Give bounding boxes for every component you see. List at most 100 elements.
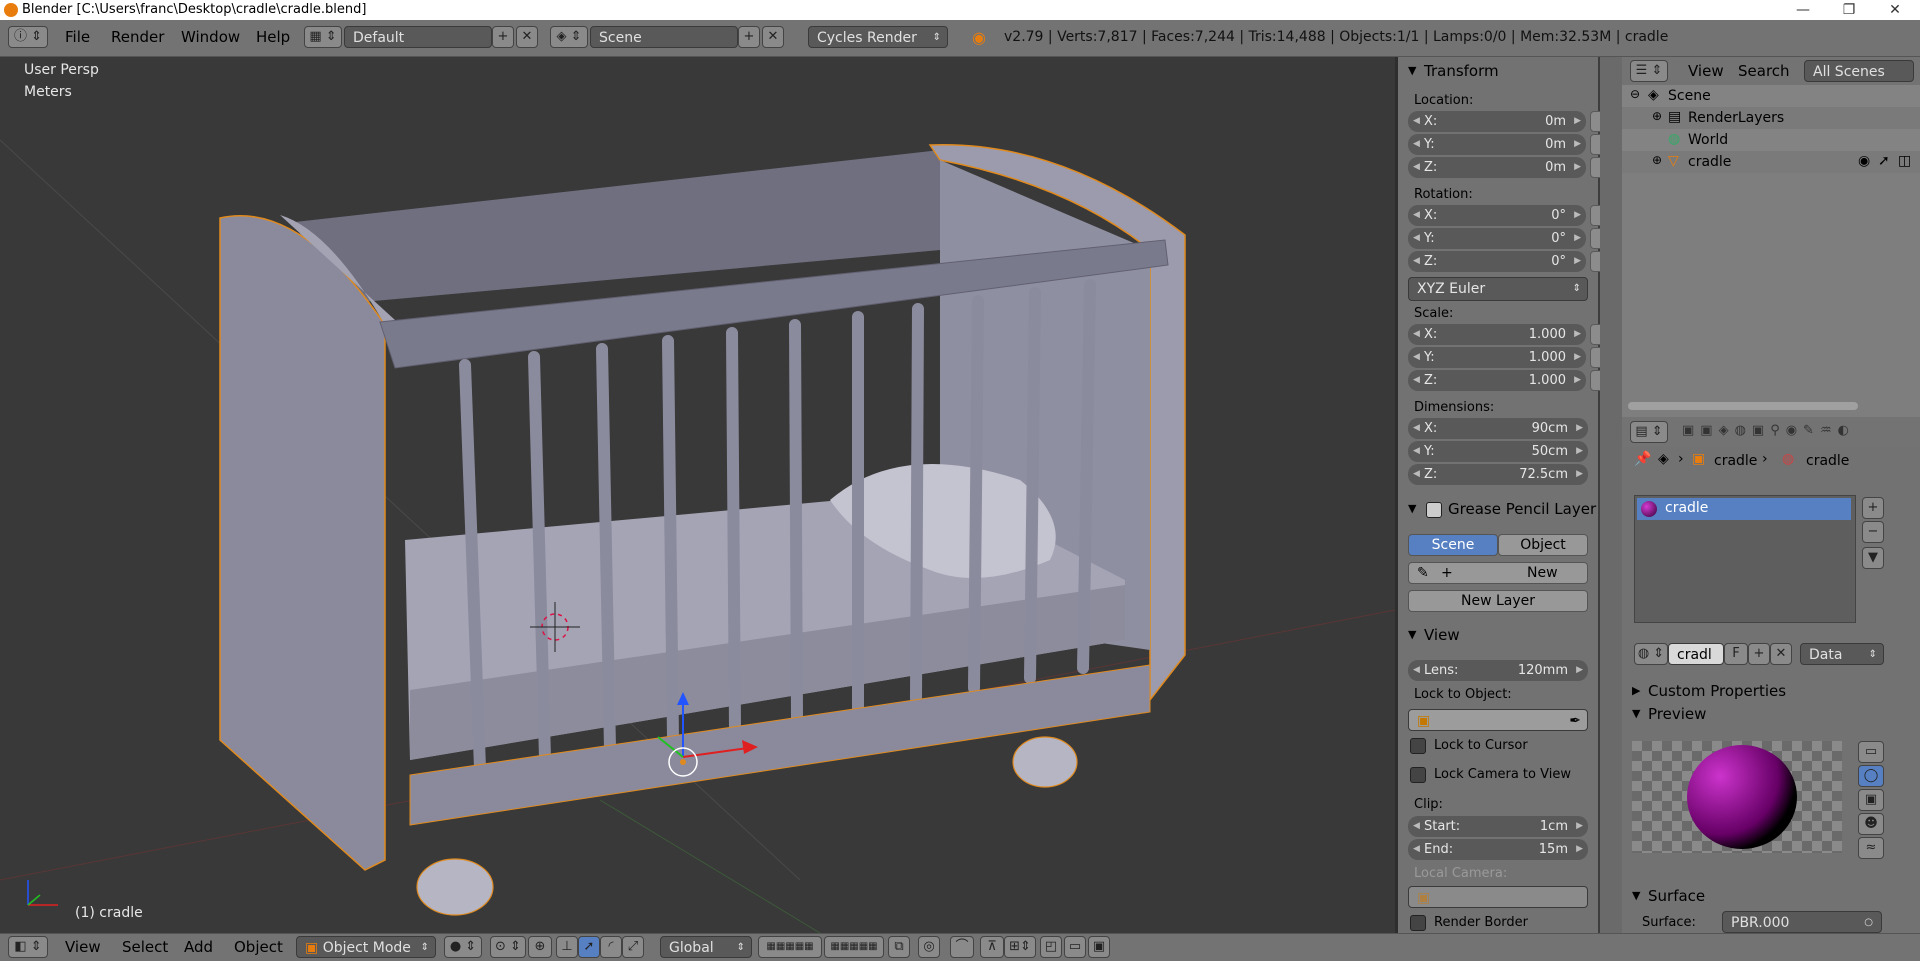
remove-scene-icon[interactable]: ✕	[762, 26, 784, 48]
fake-user-toggle[interactable]: F	[1724, 643, 1748, 665]
preview-sphere-icon[interactable]: ◯	[1858, 765, 1884, 787]
rotation-y-field[interactable]: ◀ Y: 0° ▶	[1408, 228, 1586, 249]
manipulator-toggle-icon[interactable]: ⊥	[556, 936, 578, 958]
material-name-field[interactable]: cradl	[1668, 643, 1724, 665]
rotation-mode-select[interactable]: XYZ Euler ⇕	[1408, 277, 1588, 301]
outliner-row-scene[interactable]: ⊖ ◈ Scene	[1622, 85, 1920, 107]
add-slot-icon[interactable]: +	[1862, 497, 1884, 519]
render-icon[interactable]: ◰	[1040, 936, 1062, 958]
dimension-z-field[interactable]: ◀ Z: 72.5cm ▶	[1408, 464, 1588, 485]
transform-panel-header[interactable]: ▼ Transform	[1398, 59, 1596, 83]
preview-plane-icon[interactable]: ▭	[1858, 741, 1884, 763]
grease-pencil-checkbox[interactable]	[1426, 502, 1442, 518]
outliner-row-world[interactable]: ◍ World	[1622, 129, 1920, 151]
lock-object-field[interactable]: ▣ ✒	[1408, 709, 1588, 731]
snap-toggle-icon[interactable]: ⊼	[980, 936, 1004, 958]
add-layout-icon[interactable]: +	[492, 26, 514, 48]
lens-field[interactable]: ◀ Lens: 120mm ▶	[1408, 660, 1588, 681]
render-border-checkbox[interactable]	[1410, 915, 1426, 931]
snap-element-icon[interactable]: ⊞⇕	[1004, 936, 1036, 958]
shading-select-icon[interactable]: ● ⇕	[444, 936, 482, 958]
grease-pencil-scene-tab[interactable]: Scene	[1408, 534, 1498, 556]
viewport-scene[interactable]	[0, 57, 1395, 933]
3d-viewport[interactable]: User Persp Meters (1) cradle	[0, 57, 1395, 933]
clip-end-field[interactable]: ◀ End: 15m ▶	[1408, 839, 1588, 860]
remove-layout-icon[interactable]: ✕	[516, 26, 538, 48]
location-y-field[interactable]: ◀ Y: 0m ▶	[1408, 134, 1586, 155]
grease-pencil-object-tab[interactable]: Object	[1498, 534, 1588, 556]
preview-monkey-icon[interactable]: ☻	[1858, 813, 1884, 835]
close-window-button[interactable]: ✕	[1872, 0, 1918, 20]
lock-to-cursor-checkbox[interactable]	[1410, 738, 1426, 754]
layers-grid-2-icon[interactable]: ▦▦▦▦▦	[824, 936, 884, 958]
bottom-menu-add[interactable]: Add	[184, 938, 213, 956]
render-animation-icon[interactable]: ▭	[1064, 936, 1086, 958]
material-slot-row[interactable]: cradle	[1637, 498, 1851, 520]
preview-cube-icon[interactable]: ▣	[1858, 789, 1884, 811]
proportional-edit-icon[interactable]: ◎	[918, 936, 940, 958]
lock-layers-icon[interactable]: ⧉	[888, 936, 910, 958]
add-scene-icon[interactable]: +	[738, 26, 760, 48]
falloff-icon[interactable]: ⌒	[950, 936, 974, 958]
eyedropper-icon[interactable]: ✒	[1569, 710, 1581, 732]
rotate-manipulator-icon[interactable]: ◜	[600, 936, 622, 958]
proportional-icon[interactable]: ⊕	[528, 936, 552, 958]
remove-slot-icon[interactable]: −	[1862, 521, 1884, 543]
minimize-button[interactable]: —	[1780, 0, 1826, 20]
menu-file[interactable]: File	[65, 28, 90, 46]
opengl-render-icon[interactable]: ▣	[1088, 936, 1110, 958]
maximize-button[interactable]: ❐	[1826, 0, 1872, 20]
outliner-editor-icon[interactable]: ☰ ⇕	[1630, 60, 1668, 82]
grease-pencil-panel-header[interactable]: ▼ Grease Pencil Layer	[1398, 497, 1596, 521]
pin-icon[interactable]: 📌	[1634, 451, 1651, 467]
expand-icon[interactable]: ⊕	[1652, 153, 1662, 167]
location-z-field[interactable]: ◀ Z: 0m ▶	[1408, 157, 1586, 178]
menu-render[interactable]: Render	[111, 28, 164, 46]
scale-y-field[interactable]: ◀ Y: 1.000 ▶	[1408, 347, 1586, 368]
new-material-icon[interactable]: +	[1748, 643, 1770, 665]
properties-editor[interactable]: ▤ ⇕ ▣▣◈◍▣⚲◉✎♒◐ 📌 ◈ › ▣ cradle › ◍ cradle…	[1622, 417, 1920, 933]
link-type-select[interactable]: Data ⇕	[1800, 643, 1884, 665]
layers-grid-icon[interactable]: ▦▦▦▦▦	[758, 936, 822, 958]
scale-z-field[interactable]: ◀ Z: 1.000 ▶	[1408, 370, 1586, 391]
render-camera-icon[interactable]: ◫	[1898, 153, 1911, 169]
editor-type-3d-icon[interactable]: ◧ ⇕	[8, 936, 48, 958]
outliner-view-menu[interactable]: View	[1688, 62, 1724, 80]
surface-shader-select[interactable]: PBR.000 ○	[1722, 911, 1882, 933]
location-x-field[interactable]: ◀ X: 0m ▶	[1408, 111, 1586, 132]
properties-editor-icon[interactable]: ▤ ⇕	[1630, 421, 1668, 443]
rotation-z-field[interactable]: ◀ Z: 0° ▶	[1408, 251, 1586, 272]
scene-field[interactable]: Scene	[590, 26, 738, 48]
collapse-icon[interactable]: ⊖	[1630, 87, 1640, 101]
view-panel-header[interactable]: ▼ View	[1398, 623, 1596, 647]
outliner-hscrollbar[interactable]	[1628, 402, 1858, 410]
bottom-menu-view[interactable]: View	[65, 938, 101, 956]
outliner-row-cradle[interactable]: ⊕ ▽ cradle ◉ ➚ ◫	[1622, 151, 1920, 173]
outliner-row-renderlayers[interactable]: ⊕ ▤ RenderLayers	[1622, 107, 1920, 129]
dimension-x-field[interactable]: ◀ X: 90cm ▶	[1408, 418, 1588, 439]
material-slot-list[interactable]: cradle	[1634, 495, 1856, 623]
sidebar-scroll-track[interactable]	[1608, 57, 1622, 933]
outliner-search-menu[interactable]: Search	[1738, 62, 1790, 80]
translate-manipulator-icon[interactable]: ➚	[578, 936, 600, 958]
properties-sidebar[interactable]: ▼ Transform Location: ◀ X: 0m ▶ ◀ Y: 0m ▶ ◀ Z: 0…	[1398, 57, 1620, 933]
lock-camera-checkbox[interactable]	[1410, 767, 1426, 783]
outliner[interactable]: ☰ ⇕ View Search All Scenes ⊖ ◈ Scene ⊕ ▤…	[1622, 57, 1920, 417]
custom-properties-header[interactable]: ▶ Custom Properties	[1622, 679, 1820, 703]
menu-help[interactable]: Help	[256, 28, 290, 46]
mode-select[interactable]: ▣ Object Mode ⇕	[296, 936, 436, 958]
bottom-menu-object[interactable]: Object	[234, 938, 283, 956]
surface-panel-header[interactable]: ▼ Surface	[1622, 884, 1820, 908]
scene-icon[interactable]: ◈ ⇕	[550, 26, 588, 48]
slot-menu-icon[interactable]: ▼	[1862, 547, 1884, 569]
clip-start-field[interactable]: ◀ Start: 1cm ▶	[1408, 816, 1588, 837]
pivot-select-icon[interactable]: ⊙ ⇕	[490, 936, 526, 958]
expand-icon[interactable]: ⊕	[1652, 109, 1662, 123]
visibility-eye-icon[interactable]: ◉	[1858, 153, 1870, 169]
rotation-x-field[interactable]: ◀ X: 0° ▶	[1408, 205, 1586, 226]
editor-type-info-icon[interactable]: ⓘ ⇕	[8, 26, 48, 48]
screen-layout-icon[interactable]: ▦ ⇕	[304, 26, 342, 48]
dimension-y-field[interactable]: ◀ Y: 50cm ▶	[1408, 441, 1588, 462]
render-engine-select[interactable]: Cycles Render ⇕	[808, 26, 948, 48]
properties-context-tabs[interactable]: ▣▣◈◍▣⚲◉✎♒◐	[1682, 423, 1855, 438]
